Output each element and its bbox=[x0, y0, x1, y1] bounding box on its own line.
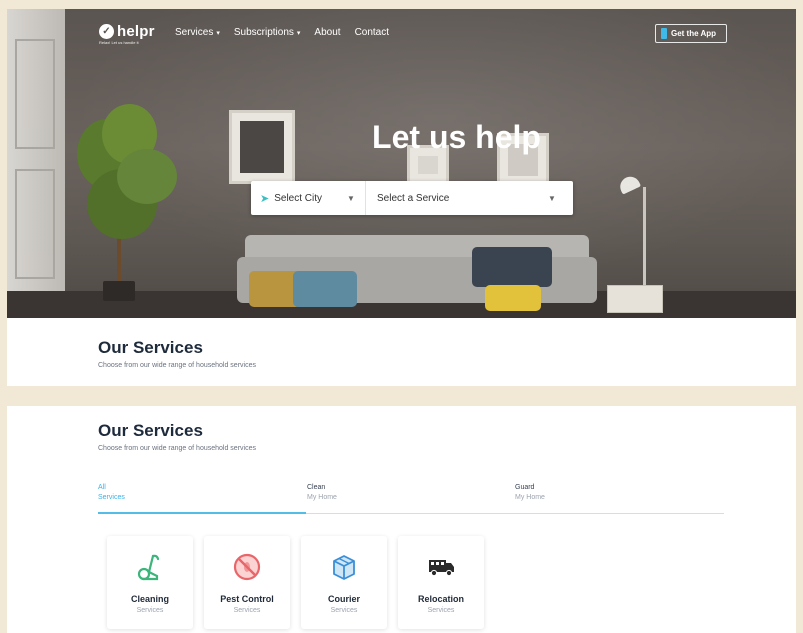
service-cards: Cleaning Services Pest Control Services … bbox=[107, 536, 484, 629]
services-panel: Our Services Choose from our wide range … bbox=[7, 406, 796, 633]
chevron-down-icon: ▼ bbox=[548, 193, 556, 203]
section-title: Our Services bbox=[98, 421, 203, 440]
tab-all-services[interactable]: All Services bbox=[98, 483, 125, 503]
chevron-down-icon: ▼ bbox=[347, 193, 355, 203]
vacuum-icon bbox=[137, 554, 160, 581]
tab-guard-my-home[interactable]: Guard My Home bbox=[515, 483, 545, 503]
box-icon bbox=[333, 555, 355, 580]
service-category-tabs: All Services Clean My Home Guard My Home bbox=[98, 480, 724, 514]
nav-contact[interactable]: Contact bbox=[355, 27, 389, 38]
no-pest-icon bbox=[233, 553, 261, 581]
section-subtitle: Choose from our wide range of household … bbox=[98, 445, 256, 452]
service-card-courier[interactable]: Courier Services bbox=[301, 536, 387, 629]
active-tab-indicator bbox=[98, 512, 306, 514]
service-select[interactable]: Select a Service ▼ bbox=[366, 181, 573, 215]
chevron-down-icon: ▾ bbox=[216, 30, 220, 37]
hero-banner: ✓ helpr Relax! Let us handle it Services… bbox=[7, 9, 796, 318]
top-navigation: ✓ helpr Relax! Let us handle it Services… bbox=[7, 9, 796, 57]
services-section-header: Our Services Choose from our wide range … bbox=[98, 338, 256, 369]
section-subtitle: Choose from our wide range of household … bbox=[98, 362, 256, 369]
city-select[interactable]: ➤ Select City ▼ bbox=[251, 181, 366, 215]
service-card-pest-control[interactable]: Pest Control Services bbox=[204, 536, 290, 629]
location-arrow-icon: ➤ bbox=[260, 192, 270, 205]
chevron-down-icon: ▾ bbox=[296, 30, 301, 37]
truck-icon bbox=[429, 560, 454, 577]
homepage-top-panel: ✓ helpr Relax! Let us handle it Services… bbox=[7, 9, 796, 386]
section-title: Our Services bbox=[98, 338, 203, 357]
hero-title: Let us help bbox=[372, 119, 541, 155]
phone-icon bbox=[661, 28, 667, 39]
nav-services[interactable]: Services ▾ bbox=[175, 27, 220, 38]
helpr-logo-icon: ✓ bbox=[99, 24, 114, 39]
nav-subscriptions[interactable]: Subscriptions ▾ bbox=[234, 27, 301, 38]
hero-search-bar: ➤ Select City ▼ Select a Service ▼ bbox=[251, 181, 573, 215]
tab-clean-my-home[interactable]: Clean My Home bbox=[307, 483, 337, 503]
service-card-cleaning[interactable]: Cleaning Services bbox=[107, 536, 193, 629]
nav-about[interactable]: About bbox=[314, 27, 340, 38]
get-the-app-button[interactable]: Get the App bbox=[655, 24, 727, 43]
brand-tagline: Relax! Let us handle it bbox=[99, 40, 139, 45]
brand-name: helpr bbox=[117, 23, 155, 40]
service-card-relocation[interactable]: Relocation Services bbox=[398, 536, 484, 629]
helpr-logo[interactable]: ✓ helpr Relax! Let us handle it bbox=[99, 23, 155, 45]
services-section-header: Our Services Choose from our wide range … bbox=[98, 421, 256, 452]
